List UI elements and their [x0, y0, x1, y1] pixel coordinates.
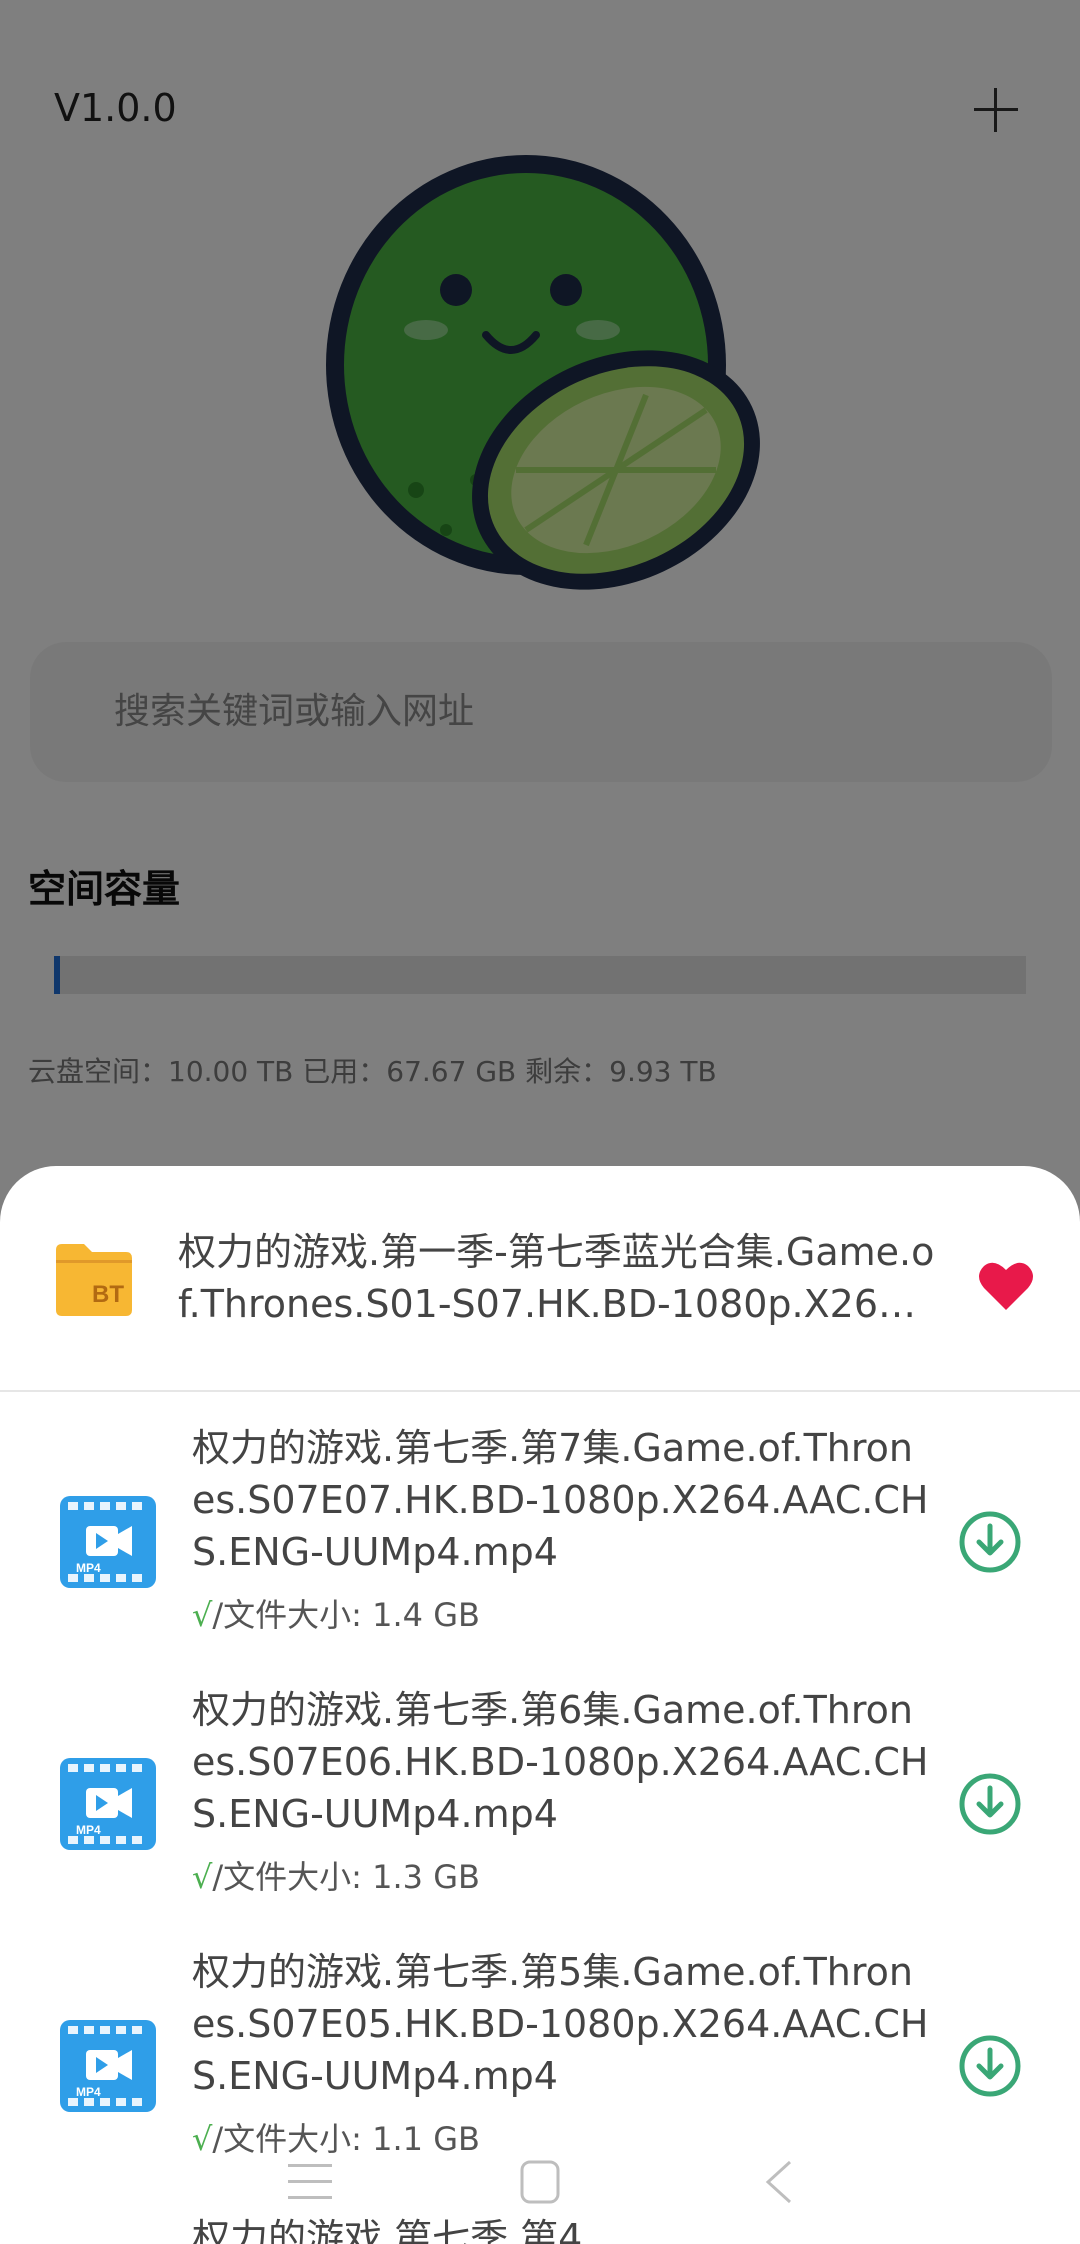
list-item[interactable]: MP4 权力的游戏.第七季.第7集.Game.of.Thrones.S07E07.… — [0, 1422, 1080, 1684]
system-nav-bar — [0, 2150, 1080, 2214]
file-size: √/文件大小: 1.4 GB — [192, 1590, 480, 1636]
check-icon: √ — [192, 1858, 213, 1896]
file-name: 权力的游戏.第七季.第5集.Game.of.Thrones.S07E05.HK.… — [192, 1950, 929, 2098]
back-icon[interactable] — [750, 2150, 810, 2214]
folder-name: 权力的游戏.第一季-第七季蓝光合集.Game.of.Thrones.S01-S0… — [178, 1230, 935, 1326]
bt-folder-icon: BT — [56, 1244, 132, 1316]
svg-text:MP4: MP4 — [76, 1561, 101, 1575]
file-name: 权力的游戏.第七季.第6集.Game.of.Thrones.S07E06.HK.… — [192, 1688, 929, 1836]
mp4-video-icon: MP4 — [60, 1758, 156, 1850]
mp4-video-icon: MP4 — [60, 2020, 156, 2112]
svg-text:BT: BT — [92, 1281, 124, 1308]
file-size: √/文件大小: 1.3 GB — [192, 1852, 480, 1898]
download-icon[interactable] — [958, 2034, 1022, 2098]
download-icon[interactable] — [958, 1772, 1022, 1836]
file-size-label: /文件大小: 1.4 GB — [212, 1596, 480, 1634]
list-item[interactable]: MP4 权力的游戏.第七季.第6集.Game.of.Thrones.S07E06.… — [0, 1684, 1080, 1946]
home-icon[interactable] — [510, 2150, 570, 2214]
svg-text:MP4: MP4 — [76, 2085, 101, 2099]
torrent-bottom-sheet: BT 权力的游戏.第一季-第七季蓝光合集.Game.of.Thrones.S01… — [0, 1166, 1080, 2244]
file-size-label: /文件大小: 1.3 GB — [212, 1858, 480, 1896]
heart-icon[interactable] — [978, 1260, 1034, 1312]
file-name: 权力的游戏.第七季.第7集.Game.of.Thrones.S07E07.HK.… — [192, 1426, 929, 1574]
download-icon[interactable] — [958, 1510, 1022, 1574]
mp4-video-icon: MP4 — [60, 1496, 156, 1588]
menu-icon[interactable] — [280, 2150, 340, 2214]
folder-header: BT 权力的游戏.第一季-第七季蓝光合集.Game.of.Thrones.S01… — [0, 1166, 1080, 1392]
check-icon: √ — [192, 1596, 213, 1634]
list-item-partial: 权力的游戏.第七季.第4 — [192, 2216, 583, 2244]
svg-text:MP4: MP4 — [76, 1823, 101, 1837]
